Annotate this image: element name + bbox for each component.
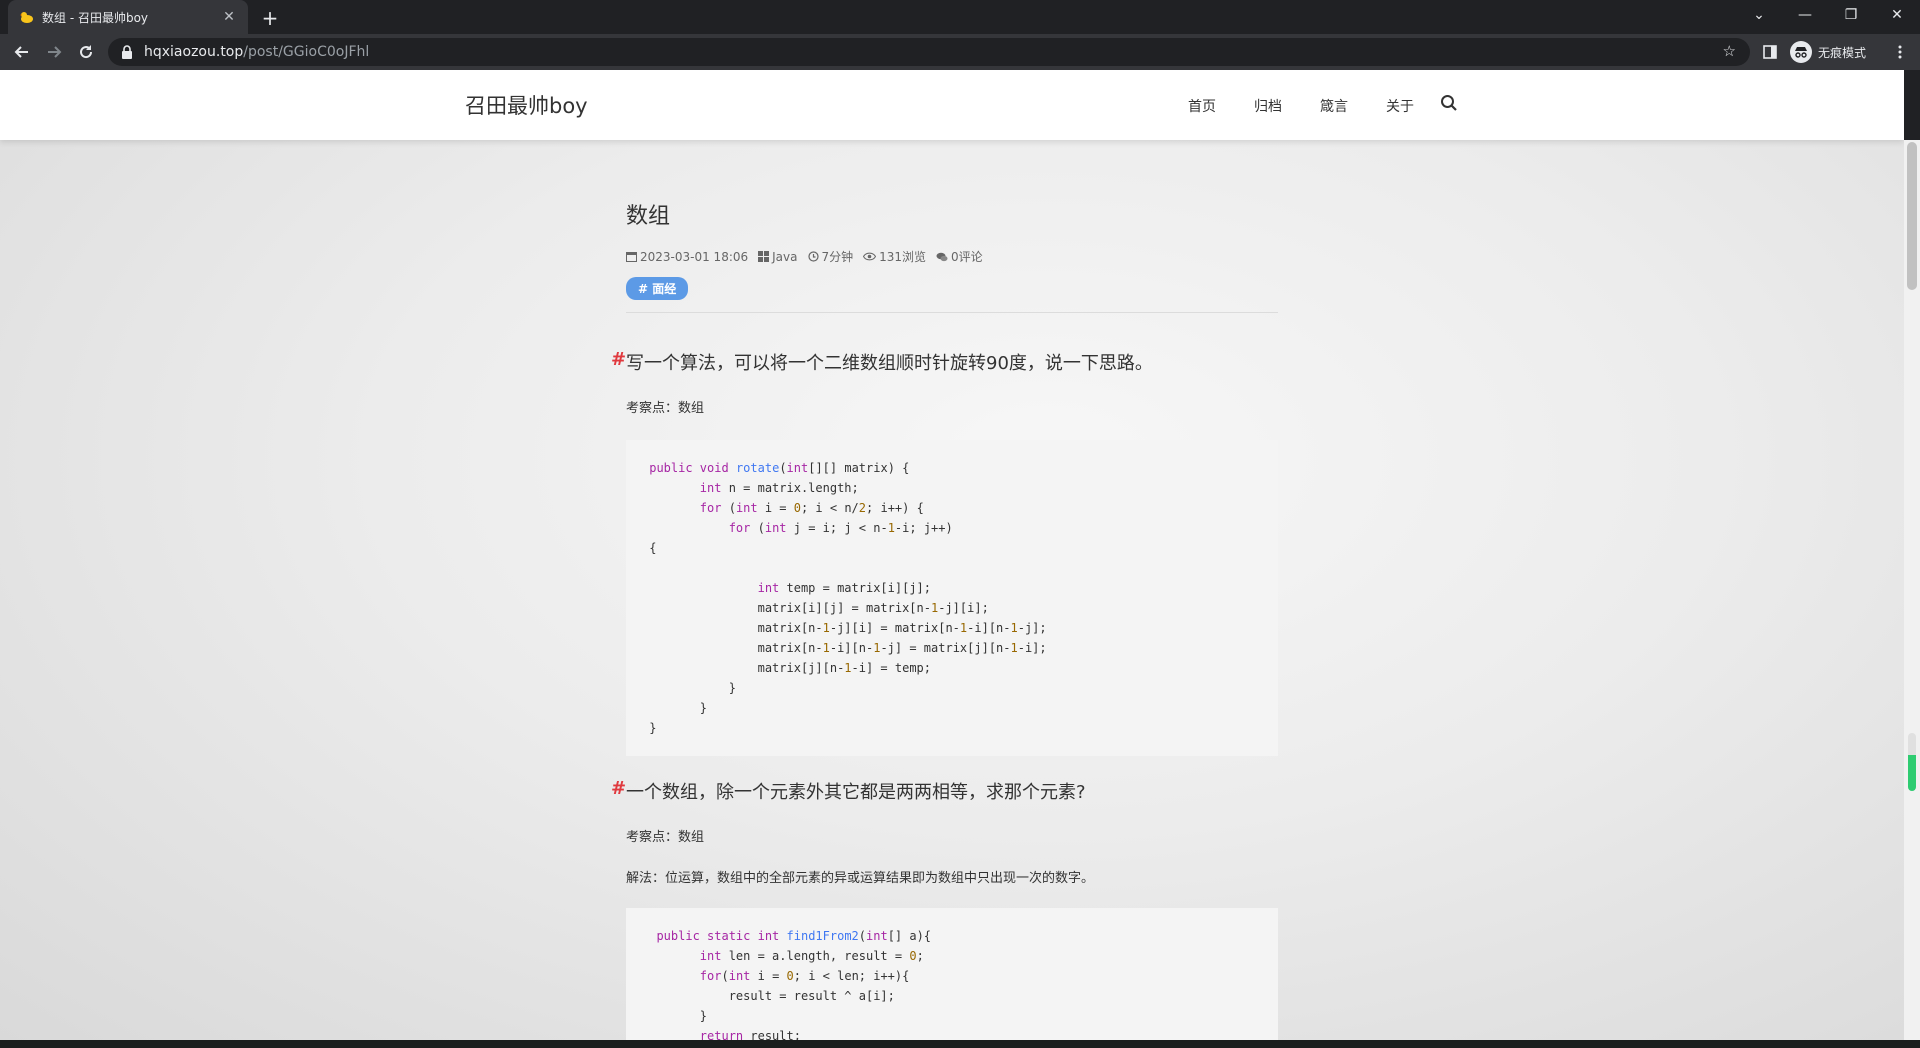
post-category-text: Java (772, 249, 798, 264)
search-icon[interactable] (1440, 94, 1460, 114)
side-panel-icon[interactable] (1760, 42, 1780, 62)
section-paragraph: 考察点：数组 (626, 401, 705, 416)
code-line: } (642, 1009, 708, 1023)
tab-title: 数组 - 召田最帅boy (42, 10, 149, 25)
post-views-text: 131浏览 (879, 250, 927, 264)
url-host: hqxiaozou.top (144, 44, 244, 60)
eye-icon (863, 252, 877, 261)
comments-icon (936, 252, 948, 261)
code-line: matrix[n-1-i][n-1-j] = matrix[j][n-1-i]; (642, 641, 1047, 655)
post-title: 数组 (626, 204, 671, 229)
section-heading-text: 写一个算法，可以将一个二维数组顺时针旋转90度，说一下思路。 (626, 353, 1153, 374)
nav-item-archive[interactable]: 归档 (1254, 96, 1282, 116)
os-taskbar (0, 1040, 1920, 1048)
site-logo[interactable]: 召田最帅boy (465, 90, 588, 120)
code-line: matrix[n-1-j][i] = matrix[n-1-i][n-1-j]; (642, 621, 1047, 635)
site-header: 召田最帅boy 首页 归档 箴言 关于 (0, 70, 1904, 140)
kebab-menu-icon[interactable] (1890, 42, 1910, 62)
post-read-time: 7分钟 (807, 248, 854, 265)
site-nav: 首页 归档 箴言 关于 (1188, 96, 1452, 116)
heading-anchor[interactable]: # (611, 778, 626, 799)
forward-arrow-icon[interactable] (40, 38, 68, 66)
restore-button[interactable]: ❐ (1828, 0, 1874, 30)
title-divider (626, 312, 1278, 313)
code-line: for(int i = 0; i < len; i++){ (699, 969, 910, 983)
reading-progress-bar (1908, 733, 1916, 791)
browser-toolbar: hqxiaozou.top/post/GGioC0oJFhl ☆ 无痕模式 (0, 34, 1920, 70)
address-bar[interactable]: hqxiaozou.top/post/GGioC0oJFhl ☆ (108, 38, 1750, 66)
clock-icon (807, 251, 819, 262)
code-line: for (int i = 0; i < n/2; i++) { (699, 501, 924, 515)
post-category[interactable]: Java (758, 249, 798, 264)
page-viewport: 召田最帅boy 首页 归档 箴言 关于 数组 2023-03-01 18:06 … (0, 70, 1904, 1040)
post-views: 131浏览 (863, 248, 926, 265)
scrollbar-thumb[interactable] (1907, 142, 1917, 290)
post-comments-text: 0评论 (951, 250, 983, 264)
section-heading-text: 一个数组，除一个元素外其它都是两两相等，求那个元素? (626, 782, 1086, 803)
post-read-time-text: 7分钟 (821, 250, 854, 264)
nav-item-home[interactable]: 首页 (1188, 96, 1216, 116)
section-paragraph: 解法：位运算，数组中的全部元素的异或运算结果即为数组中只出现一次的数字。 (626, 871, 1095, 886)
tab-search-dropdown-icon[interactable]: ⌄ (1736, 0, 1782, 30)
heading-anchor[interactable]: # (611, 349, 626, 370)
browser-tabstrip: 数组 - 召田最帅boy ✕ + ⌄ — ❐ ✕ (0, 0, 1920, 34)
code-block: public static int find1From2(int[] a){ i… (626, 908, 1278, 1040)
code-line: result = result ^ a[i]; (642, 989, 895, 1003)
code-line: for (int j = i; j < n-1-i; j++) (728, 521, 953, 535)
incognito-indicator[interactable]: 无痕模式 (1790, 40, 1866, 64)
nav-item-motto[interactable]: 箴言 (1320, 96, 1348, 116)
calendar-icon (626, 252, 637, 262)
section-heading: # 写一个算法，可以将一个二维数组顺时针旋转90度，说一下思路。 (611, 349, 1278, 375)
code-line: return result; (699, 1029, 801, 1040)
code-line: } (642, 721, 657, 735)
duck-favicon-icon (18, 9, 34, 25)
minimize-button[interactable]: — (1782, 0, 1828, 30)
back-arrow-icon[interactable] (8, 38, 36, 66)
tag-badge[interactable]: # 面经 (626, 277, 689, 300)
code-line: matrix[i][j] = matrix[n-1-j][i]; (642, 601, 989, 615)
code-line: int temp = matrix[i][j]; (757, 581, 931, 595)
post-article: 数组 2023-03-01 18:06 Java 7分钟 131浏览 0评论 #… (611, 198, 1278, 1040)
grid-icon (758, 251, 770, 262)
bookmark-star-icon[interactable]: ☆ (1723, 42, 1736, 60)
code-line: public void rotate(int[][] matrix) { (649, 461, 910, 475)
post-date-text: 2023-03-01 18:06 (640, 249, 749, 264)
code-line: } (642, 681, 736, 695)
incognito-label: 无痕模式 (1818, 45, 1867, 60)
browser-tab-active[interactable]: 数组 - 召田最帅boy ✕ (8, 0, 248, 34)
code-line: } (642, 701, 708, 715)
page-scrollbar[interactable] (1904, 140, 1920, 1040)
lock-icon[interactable] (120, 45, 134, 59)
code-line: matrix[j][n-1-i] = temp; (642, 661, 932, 675)
url-path: /post/GGioC0oJFhl (243, 44, 370, 60)
post-comments[interactable]: 0评论 (936, 248, 983, 265)
code-line: { (642, 541, 657, 555)
tab-close-icon[interactable]: ✕ (220, 8, 238, 26)
nav-item-about[interactable]: 关于 (1386, 96, 1414, 116)
reading-progress-fill (1908, 755, 1916, 791)
post-date: 2023-03-01 18:06 (626, 250, 748, 264)
incognito-icon (1790, 41, 1812, 63)
section-heading: # 一个数组，除一个元素外其它都是两两相等，求那个元素? (611, 778, 1278, 804)
section-paragraph: 考察点：数组 (626, 830, 705, 845)
close-window-button[interactable]: ✕ (1874, 0, 1920, 30)
reload-icon[interactable] (72, 38, 100, 66)
new-tab-button[interactable]: + (258, 6, 282, 30)
code-line: public static int find1From2(int[] a){ (656, 929, 932, 943)
code-block: public void rotate(int[][] matrix) { int… (626, 440, 1278, 756)
post-meta: 2023-03-01 18:06 Java 7分钟 131浏览 0评论 (626, 248, 1278, 265)
code-line: int len = a.length, result = 0; (699, 949, 924, 963)
code-line: int n = matrix.length; (699, 481, 859, 495)
